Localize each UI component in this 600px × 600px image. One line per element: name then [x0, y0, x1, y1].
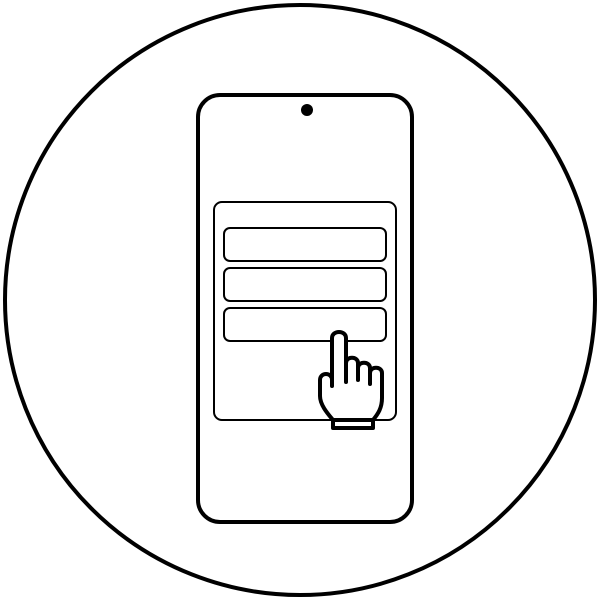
- front-camera-icon: [301, 104, 313, 116]
- smartphone-form-tap-icon: [3, 3, 597, 597]
- form-field-3: [223, 307, 387, 342]
- form-field-1: [223, 227, 387, 262]
- form-field-2: [223, 267, 387, 302]
- form-fields: [223, 227, 387, 342]
- icon-stage: [0, 0, 600, 600]
